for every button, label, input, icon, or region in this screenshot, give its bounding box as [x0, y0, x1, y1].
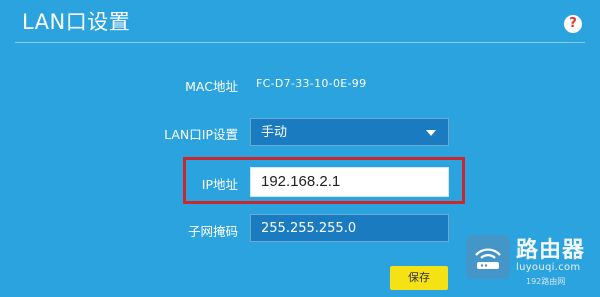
- watermark: 路由器 luyouqi.com 192路由网: [464, 232, 600, 297]
- help-icon[interactable]: ?: [564, 15, 582, 33]
- subnet-mask-input[interactable]: 255.255.255.0: [250, 214, 449, 242]
- mac-label: MAC地址: [185, 79, 238, 94]
- watermark-url: luyouqi.com: [516, 262, 581, 273]
- chevron-down-icon: [426, 130, 436, 136]
- router-wifi-icon: [466, 235, 510, 279]
- subnet-mask-value: 255.255.255.0: [261, 221, 357, 236]
- page-title: LAN口设置: [22, 10, 131, 34]
- watermark-name: 路由器: [516, 238, 586, 263]
- lan-ip-mode-select[interactable]: 手动: [250, 118, 449, 146]
- subnet-mask-label: 子网掩码: [187, 224, 238, 239]
- save-button[interactable]: 保存: [390, 266, 448, 290]
- highlight-box: [183, 157, 465, 204]
- lan-ip-setting-label: LAN口IP设置: [164, 127, 238, 142]
- watermark-small: 192路由网: [526, 277, 566, 286]
- lan-ip-mode-value: 手动: [261, 125, 288, 140]
- title-divider: [15, 42, 585, 43]
- mac-value: FC-D7-33-10-0E-99: [256, 77, 367, 90]
